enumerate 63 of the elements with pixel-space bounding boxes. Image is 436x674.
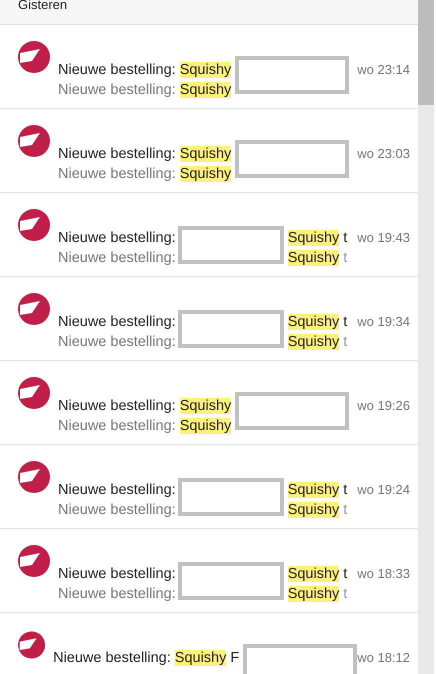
highlighted-term: Squishy — [180, 398, 232, 414]
message-time: wo 23:03 — [357, 145, 410, 163]
highlighted-term: Squishy — [288, 250, 340, 266]
subject-text: Nieuwe bestelling: — [58, 230, 176, 246]
avatar — [18, 209, 50, 241]
message-item[interactable]: Nieuwe bestelling: Nieuwe bestelling: Squishy t Squishy t wo 18:33 — [0, 529, 418, 613]
subject-text: t — [342, 566, 348, 582]
subject-text: Nieuwe bestelling: — [58, 482, 176, 498]
message-time: wo 19:43 — [357, 229, 410, 247]
subject-text: Nieuwe bestelling: — [58, 566, 176, 582]
avatar — [18, 377, 50, 409]
highlighted-term: Squishy — [180, 166, 232, 182]
subject-text: Nieuwe bestelling: — [53, 650, 172, 666]
preview-text: Nieuwe bestelling: — [58, 418, 177, 434]
preview-text: Nieuwe bestelling: — [58, 250, 176, 266]
highlighted-term: Squishy — [288, 334, 340, 350]
subject-text: Nieuwe bestelling: — [58, 398, 177, 414]
subject-text: t — [342, 230, 348, 246]
message-time: wo 19:24 — [357, 481, 410, 499]
message-item[interactable]: Nieuwe bestelling: Squishy Nieuwe bestelling: Squishy wo 19:26 — [0, 361, 418, 445]
message-time: wo 23:14 — [357, 61, 410, 79]
message-item[interactable]: Nieuwe bestelling: Squishy Nieuwe bestelling: Squishy wo 23:03 — [0, 109, 418, 193]
highlighted-term: Squishy — [180, 146, 232, 162]
subject-text: Nieuwe bestelling: — [58, 62, 177, 78]
preview-text: Nieuwe bestelling: — [58, 502, 176, 518]
highlighted-term: Squishy — [288, 482, 340, 498]
highlighted-term: Squishy — [288, 502, 340, 518]
message-item[interactable]: Nieuwe bestelling: Squishy Nieuwe bestelling: Squishy wo 23:14 — [0, 25, 418, 109]
highlighted-term: Squishy — [288, 566, 340, 582]
preview-text: t — [342, 586, 348, 602]
highlighted-term: Squishy — [180, 418, 232, 434]
subject-text: t — [342, 482, 348, 498]
avatar — [18, 293, 50, 325]
subject-text: t — [342, 314, 348, 330]
subject-text: Nieuwe bestelling: — [58, 314, 176, 330]
preview-text: t — [342, 334, 348, 350]
preview-text: Nieuwe bestelling: — [58, 334, 176, 350]
highlighted-term: Squishy — [180, 62, 232, 78]
avatar — [18, 461, 50, 493]
scrollbar[interactable] — [418, 0, 434, 674]
preview-text: t — [342, 502, 348, 518]
avatar — [18, 629, 46, 661]
message-time: wo 19:34 — [357, 313, 410, 331]
avatar — [18, 545, 50, 577]
preview-text: Nieuwe bestelling: — [58, 586, 176, 602]
highlighted-term: Squishy — [288, 314, 340, 330]
highlighted-term: Squishy — [288, 230, 340, 246]
message-time: wo 18:12 — [357, 649, 410, 667]
subject-text: Nieuwe bestelling: — [58, 146, 177, 162]
preview-text: Nieuwe bestelling: — [58, 82, 177, 98]
highlighted-term: Squishy — [288, 586, 340, 602]
preview-text: t — [342, 250, 348, 266]
message-item[interactable]: Nieuwe bestelling: Nieuwe bestelling: Squishy t Squishy t wo 19:43 — [0, 193, 418, 277]
subject-text: F — [229, 650, 240, 666]
preview-text: Nieuwe bestelling: — [58, 166, 177, 182]
avatar — [18, 41, 50, 73]
message-time: wo 19:26 — [357, 397, 410, 415]
highlighted-term: Squishy — [180, 82, 232, 98]
avatar — [18, 125, 50, 157]
message-item[interactable]: Nieuwe bestelling: Nieuwe bestelling: Squishy t Squishy t wo 19:34 — [0, 277, 418, 361]
scrollbar-thumb[interactable] — [418, 0, 434, 105]
message-item[interactable]: Nieuwe bestelling: Nieuwe bestelling: Squishy t Squishy t wo 19:24 — [0, 445, 418, 529]
message-time: wo 18:33 — [357, 565, 410, 583]
